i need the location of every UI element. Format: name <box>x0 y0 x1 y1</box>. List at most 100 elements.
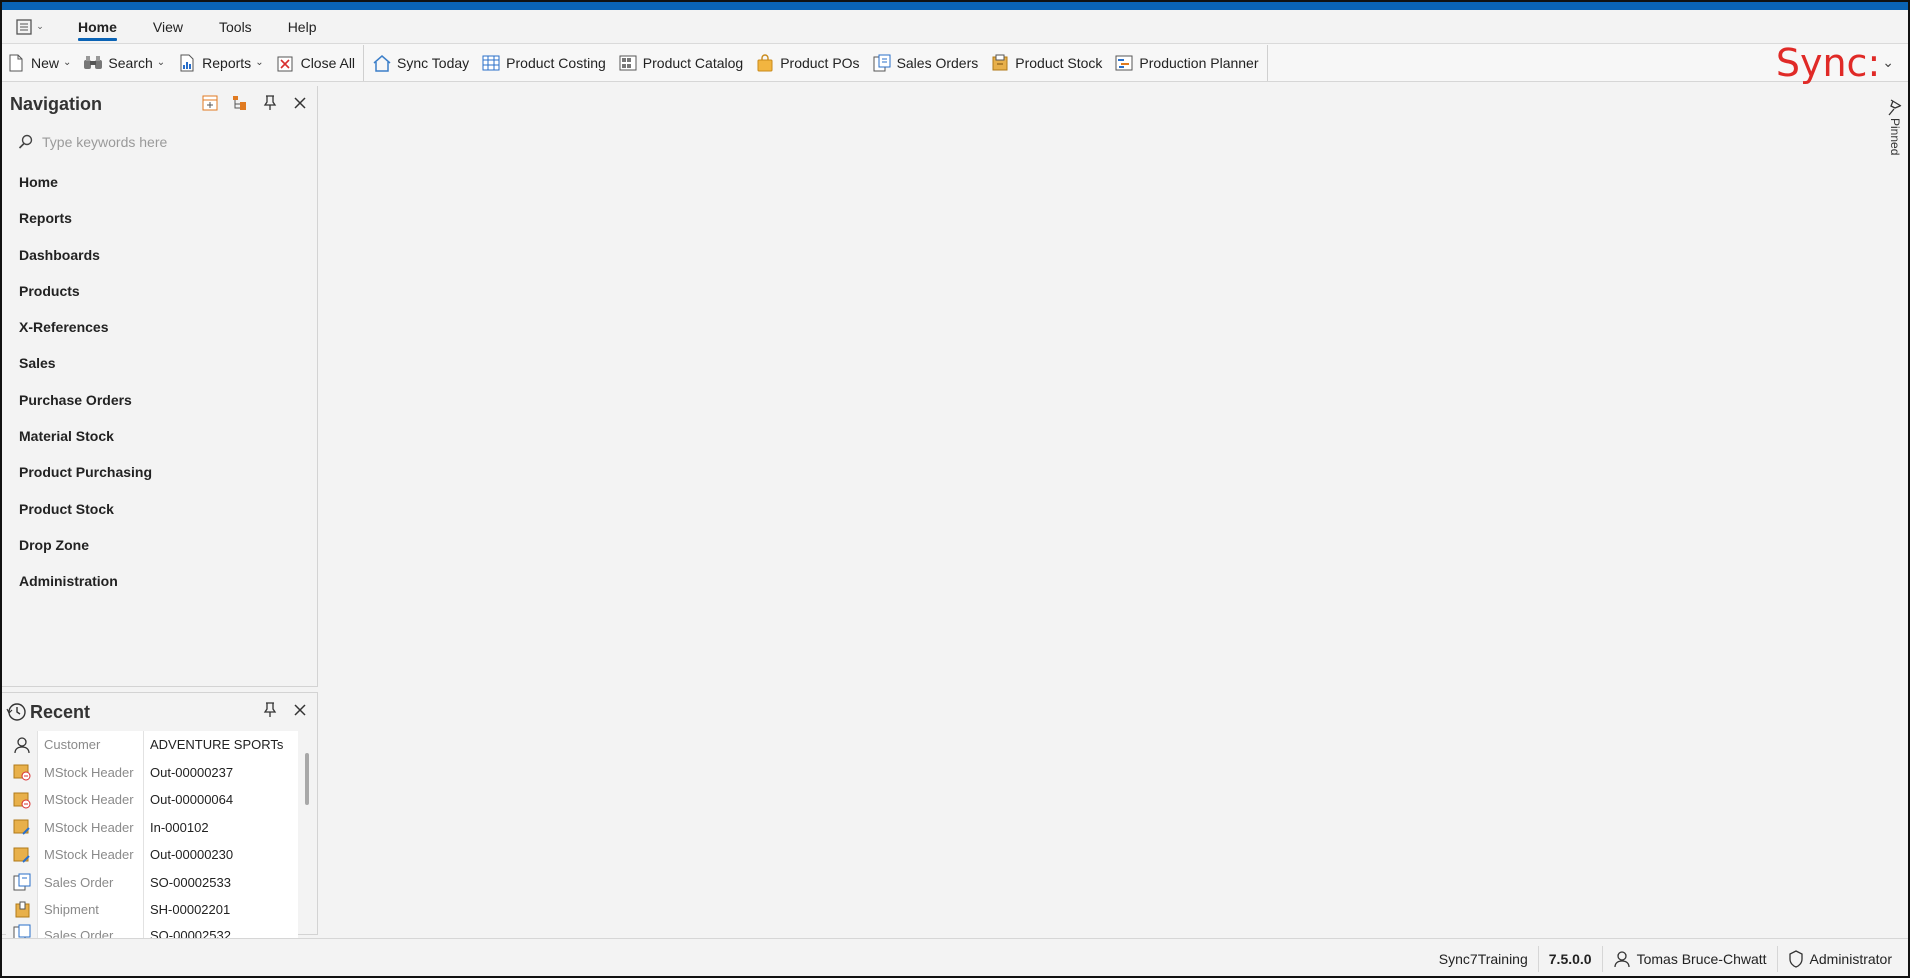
recent-value: SH-00002201 <box>150 902 231 918</box>
expand-all-icon[interactable] <box>201 94 219 112</box>
recent-row[interactable]: Shipment SH-00002201 <box>6 896 298 924</box>
recent-row[interactable]: Customer ADVENTURE SPORTs <box>6 731 298 759</box>
menu-bar: ⌄ Home View Tools Help <box>0 10 1910 44</box>
chevron-down-icon: ⌄ <box>36 21 44 31</box>
reports-button[interactable]: Reports ⌄ <box>171 48 269 78</box>
product-catalog-button[interactable]: Product Catalog <box>612 48 749 78</box>
recent-type: MStock Header <box>38 841 144 869</box>
recent-value: SO-00002533 <box>150 874 231 890</box>
reports-button-label: Reports <box>202 54 252 71</box>
pinned-label: Pinned <box>1888 118 1902 156</box>
shipment-icon <box>6 896 38 924</box>
search-icon <box>18 134 33 149</box>
sales-orders-label: Sales Orders <box>896 54 979 71</box>
chevron-down-icon: ⌄ <box>255 57 264 68</box>
nav-item-administration[interactable]: Administration <box>19 571 152 607</box>
tree-icon[interactable] <box>231 94 249 112</box>
status-bar: Sync7Training 7.5.0.0 Tomas Bruce-Chwatt… <box>0 938 1910 978</box>
report-icon <box>177 53 197 73</box>
close-all-label: Close All <box>300 54 356 71</box>
mstock-out-icon <box>6 758 38 786</box>
close-all-icon <box>276 53 296 73</box>
recent-type: Sales Order <box>38 868 144 896</box>
shield-icon <box>1788 949 1803 968</box>
nav-item-dashboards[interactable]: Dashboards <box>19 245 152 281</box>
status-user-name: Tomas Bruce-Chwatt <box>1636 950 1767 967</box>
nav-item-material-stock[interactable]: Material Stock <box>19 426 152 462</box>
product-catalog-label: Product Catalog <box>642 54 744 71</box>
mstock-out-icon <box>6 786 38 814</box>
close-icon[interactable] <box>291 701 309 719</box>
menu-home[interactable]: Home <box>60 10 135 44</box>
recent-row[interactable]: Sales Order SO-00002532 <box>6 923 298 938</box>
stock-box-icon <box>990 53 1010 73</box>
customer-icon <box>6 731 38 759</box>
product-pos-label: Product POs <box>780 54 860 71</box>
search-button[interactable]: Search ⌄ <box>77 48 171 78</box>
product-pos-button[interactable]: Product POs <box>749 48 865 78</box>
recent-row[interactable]: MStock Header Out-00000237 <box>6 758 298 786</box>
logo-text: Sync <box>1775 41 1868 85</box>
nav-item-product-purchasing[interactable]: Product Purchasing <box>19 462 152 498</box>
pinned-side-tab[interactable]: Pinned <box>1884 98 1906 168</box>
recent-type: MStock Header <box>38 758 144 786</box>
sales-orders-button[interactable]: Sales Orders <box>866 48 985 78</box>
nav-item-product-stock[interactable]: Product Stock <box>19 499 152 535</box>
nav-item-home[interactable]: Home <box>19 172 152 208</box>
nav-item-sales[interactable]: Sales <box>19 353 152 389</box>
recent-list: Customer ADVENTURE SPORTs MStock Header … <box>6 731 298 938</box>
sync-logo[interactable]: Sync: ⌄ <box>1775 41 1894 85</box>
recent-header: Recent <box>6 701 90 723</box>
status-database: Sync7Training <box>1438 950 1528 967</box>
user-icon <box>1613 950 1630 967</box>
title-accent-bar <box>0 0 1910 10</box>
status-user[interactable]: Tomas Bruce-Chwatt <box>1601 945 1777 972</box>
history-icon <box>6 701 28 723</box>
recent-value: SO-00002532 <box>150 927 231 938</box>
sync-today-button[interactable]: Sync Today <box>366 48 475 78</box>
recent-value: Out-00000064 <box>150 792 234 808</box>
status-role[interactable]: Administrator <box>1776 945 1902 972</box>
toolbar-separator <box>1266 44 1268 81</box>
recent-type: Sales Order <box>38 923 144 938</box>
menu-help[interactable]: Help <box>270 10 335 44</box>
product-costing-button[interactable]: Product Costing <box>475 48 612 78</box>
recent-scrollbar-thumb[interactable] <box>305 753 309 805</box>
navigation-panel: Navigation Home Reports Dashboards Produ… <box>2 86 318 687</box>
pin-icon[interactable] <box>261 701 279 719</box>
pin-icon <box>1888 99 1902 116</box>
recent-row[interactable]: MStock Header Out-00000230 <box>6 841 298 869</box>
shopping-bag-icon <box>755 53 775 73</box>
binoculars-icon <box>83 53 103 73</box>
recent-type: Shipment <box>38 896 144 924</box>
chevron-down-icon: ⌄ <box>63 57 72 68</box>
product-stock-label: Product Stock <box>1015 54 1103 71</box>
nav-item-purchase-orders[interactable]: Purchase Orders <box>19 390 152 426</box>
recent-panel: Recent Customer ADVENTURE SPORTs MStock … <box>2 692 318 938</box>
recent-row[interactable]: Sales Order SO-00002533 <box>6 868 298 896</box>
recent-row[interactable]: MStock Header In-000102 <box>6 813 298 841</box>
production-planner-button[interactable]: Production Planner <box>1108 48 1264 78</box>
nav-item-x-references[interactable]: X-References <box>19 317 152 353</box>
close-icon[interactable] <box>291 94 309 112</box>
nav-item-reports[interactable]: Reports <box>19 208 152 244</box>
status-version: 7.5.0.0 <box>1537 945 1602 972</box>
app-menu-button[interactable]: ⌄ <box>0 10 60 44</box>
search-button-label: Search <box>108 54 153 71</box>
sync-today-label: Sync Today <box>397 54 470 71</box>
product-stock-button[interactable]: Product Stock <box>984 48 1108 78</box>
close-all-button[interactable]: Close All <box>270 48 361 78</box>
toolbar-separator <box>363 44 365 81</box>
nav-item-products[interactable]: Products <box>19 281 152 317</box>
menu-view[interactable]: View <box>135 10 201 44</box>
pin-icon[interactable] <box>261 94 279 112</box>
recent-type: MStock Header <box>38 813 144 841</box>
recent-row[interactable]: MStock Header Out-00000064 <box>6 786 298 814</box>
mstock-in-icon <box>6 813 38 841</box>
navigation-search-input[interactable] <box>42 134 292 150</box>
menu-tools[interactable]: Tools <box>201 10 270 44</box>
new-button[interactable]: New ⌄ <box>0 48 77 78</box>
nav-item-drop-zone[interactable]: Drop Zone <box>19 535 152 571</box>
chevron-down-icon: ⌄ <box>1882 55 1894 71</box>
recent-type: Customer <box>38 731 144 759</box>
